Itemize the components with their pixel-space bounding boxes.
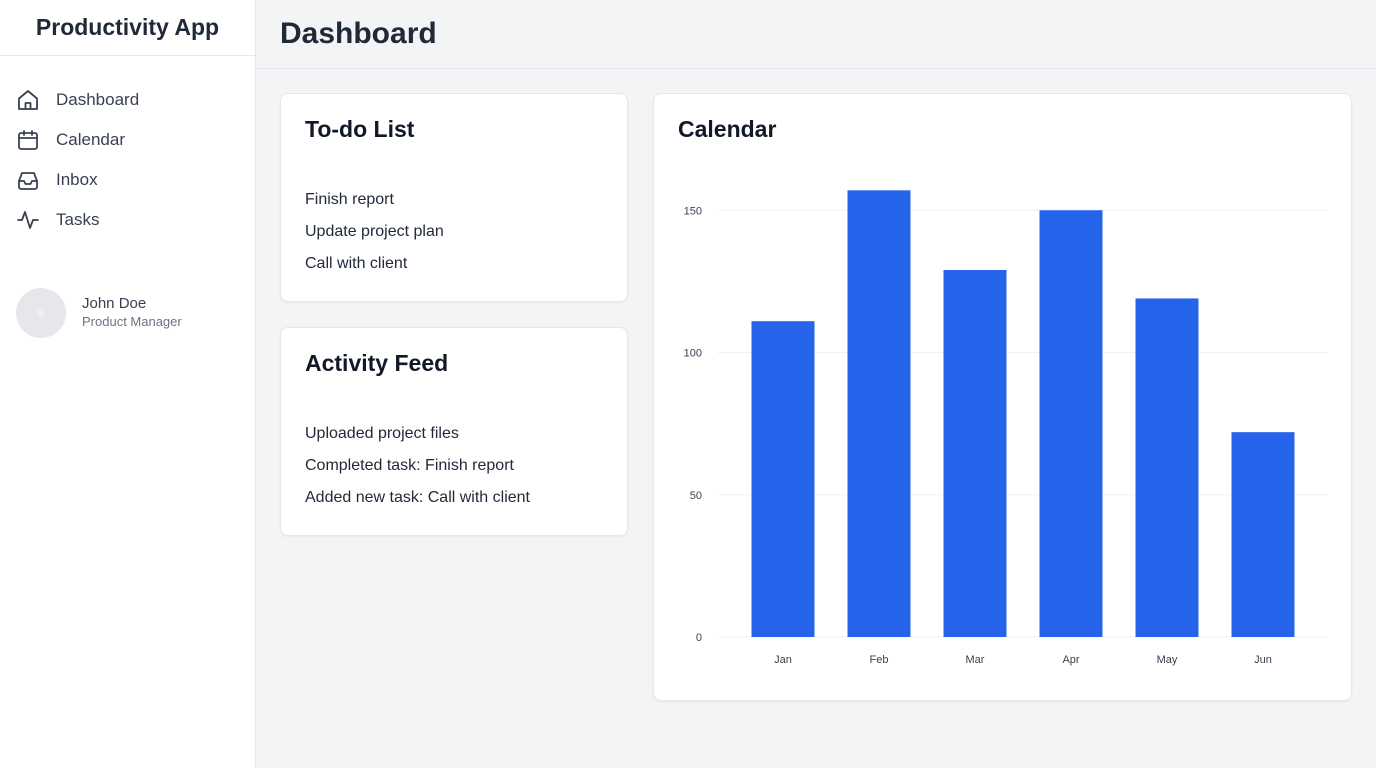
sidebar-item-dashboard[interactable]: Dashboard — [0, 80, 255, 120]
app-title: Productivity App — [0, 0, 255, 56]
x-tick-label: Mar — [966, 654, 985, 666]
activity-card: Activity Feed Uploaded project files Com… — [280, 327, 628, 536]
x-tick-label: Jan — [774, 654, 792, 666]
x-tick-label: Feb — [870, 654, 889, 666]
y-tick-label: 0 — [696, 632, 702, 644]
user-info: John Doe Product Manager — [82, 295, 182, 331]
y-tick-label: 150 — [684, 205, 702, 217]
sidebar-item-label: Inbox — [56, 170, 98, 189]
sidebar-item-calendar[interactable]: Calendar — [0, 120, 255, 160]
bar-feb — [847, 190, 911, 637]
bar-mar — [943, 269, 1007, 637]
bar-jun — [1231, 432, 1295, 637]
x-tick-label: Apr — [1062, 654, 1079, 666]
bar-jan — [751, 321, 815, 637]
sidebar: Productivity App Dashboard Calendar Inbo… — [0, 0, 256, 768]
sidebar-item-label: Dashboard — [56, 90, 140, 109]
user-profile[interactable]: John Doe Product Manager — [16, 288, 182, 338]
todo-card: To-do List Finish report Update project … — [280, 93, 628, 302]
todo-title: To-do List — [305, 116, 415, 142]
main-content: Dashboard To-do List Finish report Updat… — [256, 0, 1376, 768]
todo-item[interactable]: Call with client — [305, 254, 444, 286]
x-tick-label: Jun — [1254, 654, 1272, 666]
bar-chart: 0 50 100 150 Jan Feb Mar Apr May Jun — [684, 190, 1328, 666]
activity-item: Completed task: Finish report — [305, 457, 514, 474]
bar-may — [1135, 298, 1199, 637]
todo-item[interactable]: Update project plan — [305, 222, 444, 254]
sidebar-item-inbox[interactable]: Inbox — [0, 160, 255, 200]
calendar-icon — [16, 128, 40, 152]
page-header: Dashboard — [256, 0, 1376, 69]
home-icon — [16, 88, 40, 112]
todo-item[interactable]: Finish report — [305, 190, 444, 222]
user-name: John Doe — [82, 295, 147, 312]
y-tick-label: 100 — [684, 348, 702, 360]
sidebar-item-label: Calendar — [56, 130, 125, 149]
sidebar-item-tasks[interactable]: Tasks — [0, 200, 255, 240]
todo-list: Finish report Update project plan Call w… — [305, 190, 444, 286]
activity-list: Uploaded project files Completed task: F… — [305, 424, 530, 520]
user-role: Product Manager — [82, 314, 182, 329]
activity-item: Uploaded project files — [305, 425, 459, 442]
page-title: Dashboard — [280, 17, 437, 50]
inbox-icon — [16, 168, 40, 192]
activity-title: Activity Feed — [305, 350, 449, 376]
activity-item: Added new task: Call with client — [305, 489, 530, 506]
sidebar-item-label: Tasks — [56, 210, 100, 229]
bar-apr — [1039, 210, 1103, 637]
activity-icon — [16, 208, 40, 232]
x-tick-label: May — [1157, 654, 1178, 666]
sidebar-nav: Dashboard Calendar Inbox Tasks — [0, 56, 255, 240]
calendar-card: Calendar 0 50 100 150 Jan Feb Mar Apr May Jun — [653, 93, 1352, 701]
y-tick-label: 50 — [690, 490, 702, 502]
avatar — [16, 288, 66, 338]
